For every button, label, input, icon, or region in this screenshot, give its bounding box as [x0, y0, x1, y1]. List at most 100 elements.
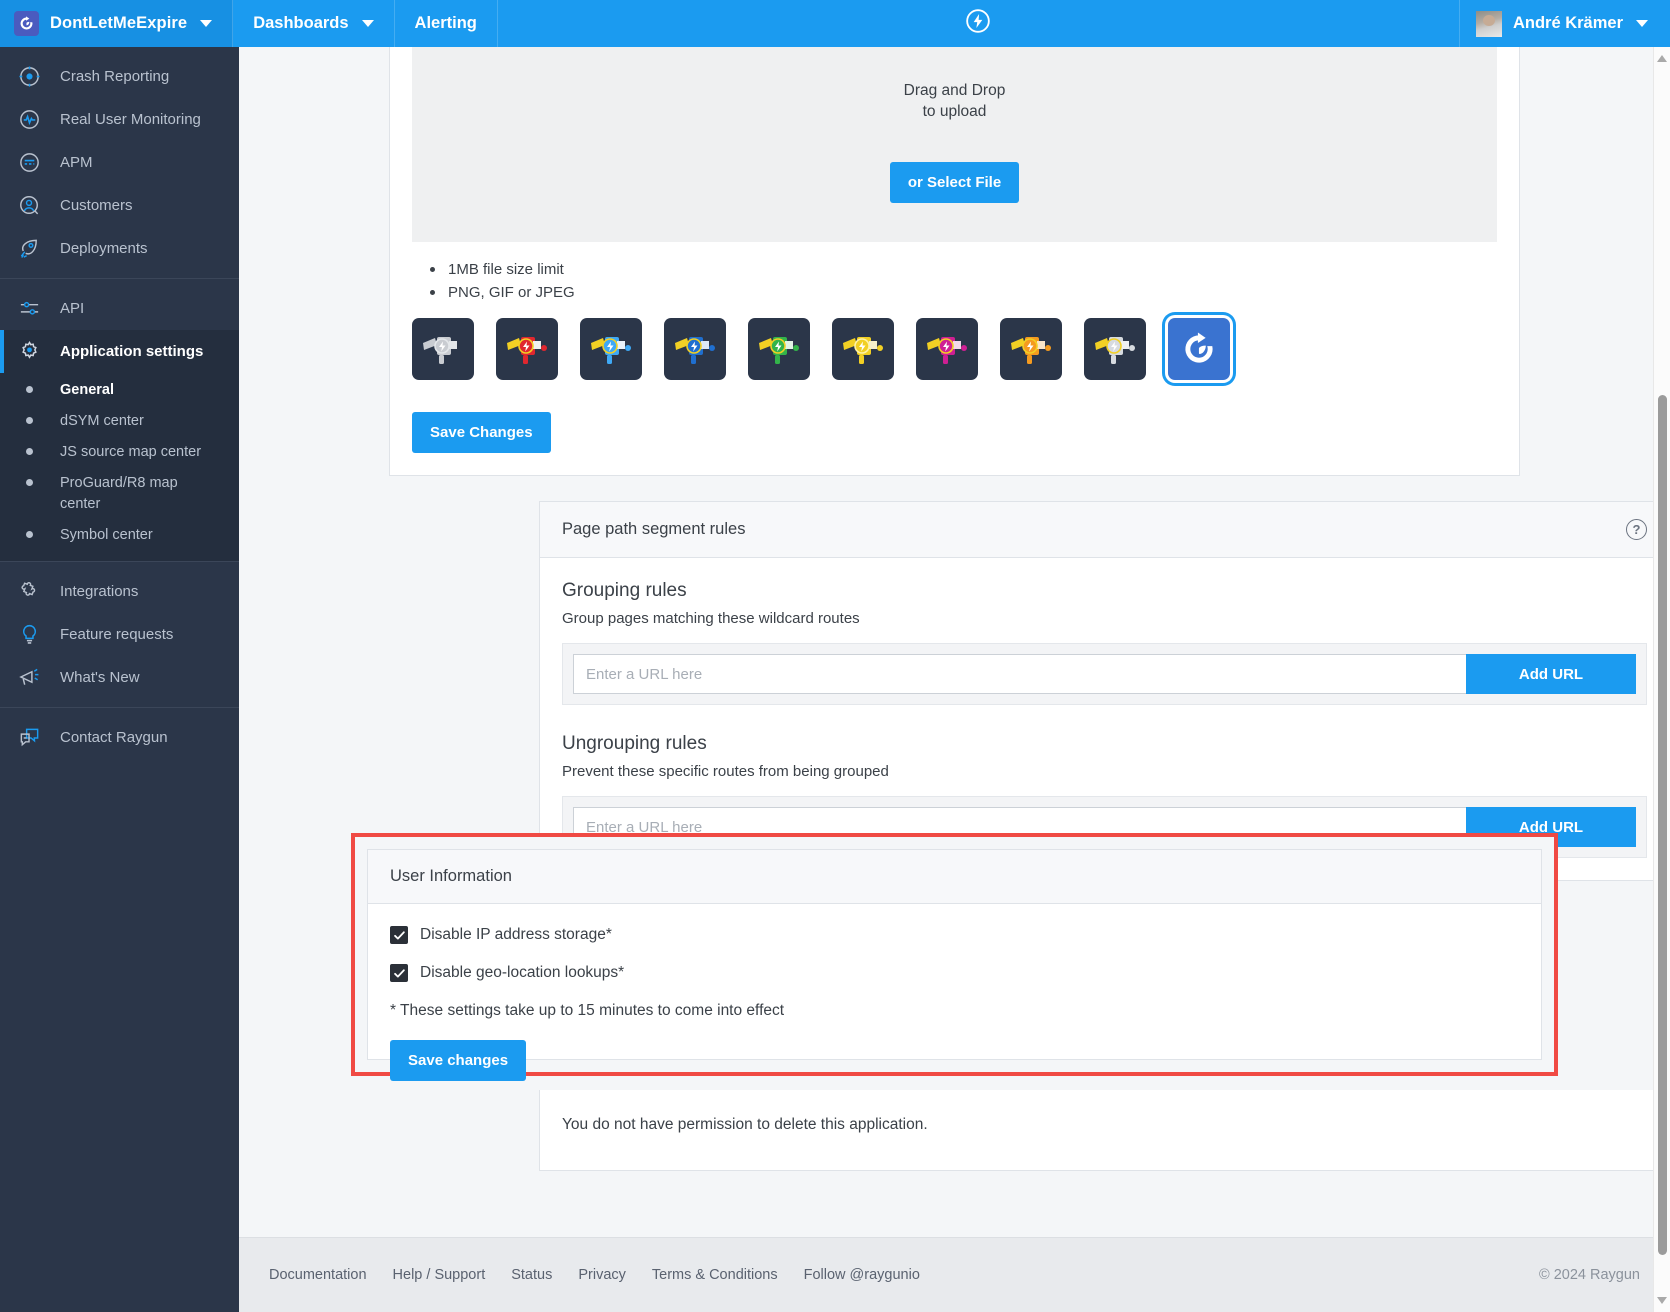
dropzone-line-1: Drag and Drop — [904, 81, 1006, 102]
disable-ip-storage-row: Disable IP address storage* — [390, 926, 1519, 944]
sidebar-item-symbol-center[interactable]: Symbol center — [0, 520, 239, 551]
sidebar-group-contact: Contact Raygun — [0, 707, 239, 767]
sidebar-item-integrations[interactable]: Integrations — [0, 570, 239, 613]
nav-dashboards[interactable]: Dashboards — [233, 0, 394, 47]
disable-ip-storage-checkbox[interactable] — [390, 926, 408, 944]
app-name: DontLetMeExpire — [50, 14, 187, 33]
bullet-icon — [14, 442, 44, 455]
scroll-up-arrow-icon[interactable] — [1657, 55, 1667, 62]
chat-bubbles-icon — [14, 723, 44, 753]
sidebar-item-label: Feature requests — [60, 626, 173, 643]
nav-alerting[interactable]: Alerting — [395, 0, 498, 47]
chevron-down-icon — [200, 20, 212, 27]
grouping-rules-input-row: Add URL — [562, 643, 1647, 705]
delete-permission-message: You do not have permission to delete thi… — [562, 1116, 1647, 1134]
save-changes-row: Save Changes — [412, 412, 1497, 453]
user-circle-icon — [14, 191, 44, 221]
sidebar-subitem-label: dSYM center — [60, 411, 144, 432]
sidebar-item-label: What's New — [60, 669, 140, 686]
raygun-avatar-green[interactable] — [748, 318, 810, 380]
sidebar-item-general[interactable]: General — [0, 375, 239, 406]
sliders-icon — [14, 294, 44, 324]
footer-link-status[interactable]: Status — [511, 1267, 552, 1283]
raygun-avatar-white[interactable] — [1084, 318, 1146, 380]
sidebar-item-label: Real User Monitoring — [60, 111, 201, 128]
sidebar-item-customers[interactable]: Customers — [0, 184, 239, 227]
sidebar-item-label: APM — [60, 154, 93, 171]
application-icon-panel: Drag and Drop to upload or Select File 1… — [389, 47, 1520, 476]
app-selector[interactable]: DontLetMeExpire — [0, 0, 233, 47]
grouping-url-input[interactable] — [573, 654, 1466, 694]
sidebar-subitem-label: Symbol center — [60, 525, 153, 546]
sidebar-item-api[interactable]: API — [0, 287, 239, 330]
sidebar-item-apm[interactable]: APM — [0, 141, 239, 184]
raygun-avatar-red[interactable] — [496, 318, 558, 380]
raygun-avatar-orange[interactable] — [1000, 318, 1062, 380]
dropzone-text: Drag and Drop to upload — [904, 81, 1006, 123]
footer-link-terms-conditions[interactable]: Terms & Conditions — [652, 1267, 778, 1283]
sidebar-item-contact-raygun[interactable]: Contact Raygun — [0, 716, 239, 759]
footer-link-help-support[interactable]: Help / Support — [393, 1267, 486, 1283]
scroll-down-arrow-icon[interactable] — [1657, 1297, 1667, 1304]
bullet-icon — [14, 411, 44, 424]
bullet-icon — [14, 380, 44, 393]
vertical-scrollbar[interactable] — [1653, 47, 1670, 1312]
raygun-gun-icon — [755, 329, 803, 369]
scrollbar-thumb[interactable] — [1658, 395, 1667, 1255]
sidebar-item-feature-requests[interactable]: Feature requests — [0, 613, 239, 656]
list-item: PNG, GIF or JPEG — [430, 281, 1497, 304]
sidebar-item-crash-reporting[interactable]: Crash Reporting — [0, 55, 239, 98]
rocket-icon — [14, 234, 44, 264]
footer-link-documentation[interactable]: Documentation — [269, 1267, 367, 1283]
raygun-gun-icon — [671, 329, 719, 369]
sidebar-item-application-settings[interactable]: Application settings — [0, 330, 239, 373]
raygun-avatar-lightblue[interactable] — [580, 318, 642, 380]
avatar-picker — [412, 318, 1497, 380]
ungrouping-rules-title: Ungrouping rules — [562, 733, 1647, 755]
raygun-avatar-default[interactable] — [1168, 318, 1230, 380]
checkbox-label: Disable geo-location lookups* — [420, 964, 624, 982]
disable-geo-lookups-checkbox[interactable] — [390, 964, 408, 982]
sidebar-item-label: Deployments — [60, 240, 148, 257]
sidebar-subitem-label: General — [60, 380, 114, 401]
dropzone-line-2: to upload — [904, 102, 1006, 123]
checkmark-icon — [393, 929, 406, 942]
crosshair-bug-icon — [14, 62, 44, 92]
page-path-segment-rules-panel: Page path segment rules ? Grouping rules… — [539, 501, 1670, 881]
user-information-highlight: User Information Disable IP address stor… — [351, 833, 1558, 1076]
raygun-avatar-yellow[interactable] — [832, 318, 894, 380]
user-name: André Krämer — [1513, 14, 1623, 33]
raygun-gun-icon — [1091, 329, 1139, 369]
disable-geo-lookups-row: Disable geo-location lookups* — [390, 964, 1519, 982]
sidebar-item-label: Application settings — [60, 343, 203, 360]
chevron-down-icon — [362, 20, 374, 27]
nav-alerting-label: Alerting — [415, 14, 477, 33]
settings-footnote: * These settings take up to 15 minutes t… — [390, 1002, 1519, 1020]
file-dropzone[interactable]: Drag and Drop to upload or Select File — [412, 47, 1497, 242]
sidebar-item-dsym-center[interactable]: dSYM center — [0, 406, 239, 437]
sidebar-item-label: API — [60, 300, 84, 317]
raygun-avatar-grey[interactable] — [412, 318, 474, 380]
user-menu[interactable]: André Krämer — [1459, 0, 1670, 47]
raygun-logo-icon — [1180, 330, 1218, 368]
user-info-save-changes-button[interactable]: Save changes — [390, 1040, 526, 1081]
grouping-rules-title: Grouping rules — [562, 580, 1647, 602]
question-mark-circle-icon[interactable]: ? — [1626, 519, 1647, 540]
panel-header: Page path segment rules ? — [540, 502, 1669, 558]
grouping-add-url-button[interactable]: Add URL — [1466, 654, 1636, 694]
raygun-avatar-blue[interactable] — [664, 318, 726, 380]
select-file-button[interactable]: or Select File — [890, 162, 1019, 203]
raygun-avatar-magenta[interactable] — [916, 318, 978, 380]
footer-link-privacy[interactable]: Privacy — [578, 1267, 626, 1283]
sidebar-item-whats-new[interactable]: What's New — [0, 656, 239, 699]
sidebar-item-deployments[interactable]: Deployments — [0, 227, 239, 270]
sidebar-item-label: Crash Reporting — [60, 68, 169, 85]
sidebar-item-real-user-monitoring[interactable]: Real User Monitoring — [0, 98, 239, 141]
panel-body: Grouping rules Group pages matching thes… — [540, 558, 1669, 880]
save-changes-button[interactable]: Save Changes — [412, 412, 551, 453]
footer-link-follow-raygunio[interactable]: Follow @raygunio — [804, 1267, 920, 1283]
raygun-gun-icon — [1007, 329, 1055, 369]
sidebar-item-js-source-map-center[interactable]: JS source map center — [0, 437, 239, 468]
sidebar-item-label: Integrations — [60, 583, 138, 600]
sidebar-item-proguard-r8-map-center[interactable]: ProGuard/R8 map center — [0, 468, 239, 520]
